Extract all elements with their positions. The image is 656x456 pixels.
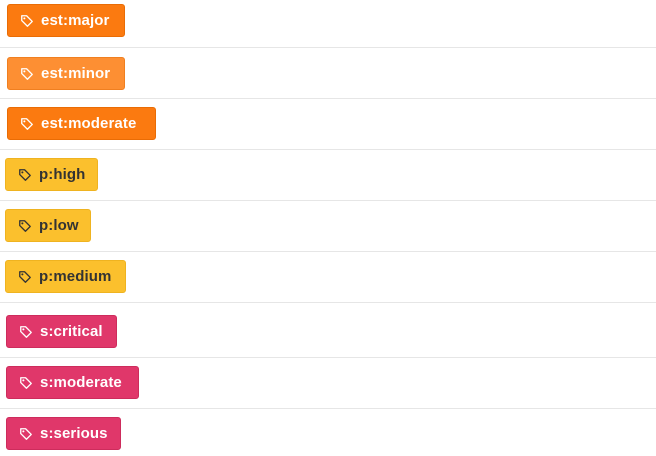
label-row: s:serious <box>0 409 656 456</box>
label-est-minor[interactable]: est:minor <box>7 57 125 90</box>
label-p-low[interactable]: p:low <box>5 209 91 242</box>
tag-icon <box>19 376 33 390</box>
label-text: est:minor <box>41 65 111 82</box>
label-row: s:critical <box>0 303 656 358</box>
tag-icon <box>20 14 34 28</box>
tag-icon <box>20 117 34 131</box>
tag-icon <box>19 325 33 339</box>
tag-icon <box>18 219 32 233</box>
tag-icon <box>18 270 32 284</box>
label-p-high[interactable]: p:high <box>5 158 98 191</box>
label-text: est:major <box>41 12 110 29</box>
label-row: p:medium <box>0 252 656 303</box>
label-row: s:moderate <box>0 358 656 409</box>
label-est-moderate[interactable]: est:moderate <box>7 107 156 140</box>
label-text: p:high <box>39 166 86 183</box>
tag-icon <box>20 67 34 81</box>
tag-icon <box>19 427 33 441</box>
label-est-major[interactable]: est:major <box>7 4 125 37</box>
tag-icon <box>18 168 32 182</box>
label-row: est:minor <box>0 48 656 99</box>
label-text: s:critical <box>40 323 103 340</box>
label-row: p:low <box>0 201 656 252</box>
label-text: p:low <box>39 217 79 234</box>
label-text: est:moderate <box>41 115 137 132</box>
label-text: p:medium <box>39 268 112 285</box>
label-p-medium[interactable]: p:medium <box>5 260 126 293</box>
label-row: p:high <box>0 150 656 201</box>
label-text: s:serious <box>40 425 108 442</box>
label-row: est:major <box>0 0 656 48</box>
label-text: s:moderate <box>40 374 122 391</box>
label-s-moderate[interactable]: s:moderate <box>6 366 139 399</box>
label-s-serious[interactable]: s:serious <box>6 417 121 450</box>
label-row: est:moderate <box>0 99 656 150</box>
label-s-critical[interactable]: s:critical <box>6 315 117 348</box>
label-list: est:major est:minor est:moderate p:high … <box>0 0 656 456</box>
